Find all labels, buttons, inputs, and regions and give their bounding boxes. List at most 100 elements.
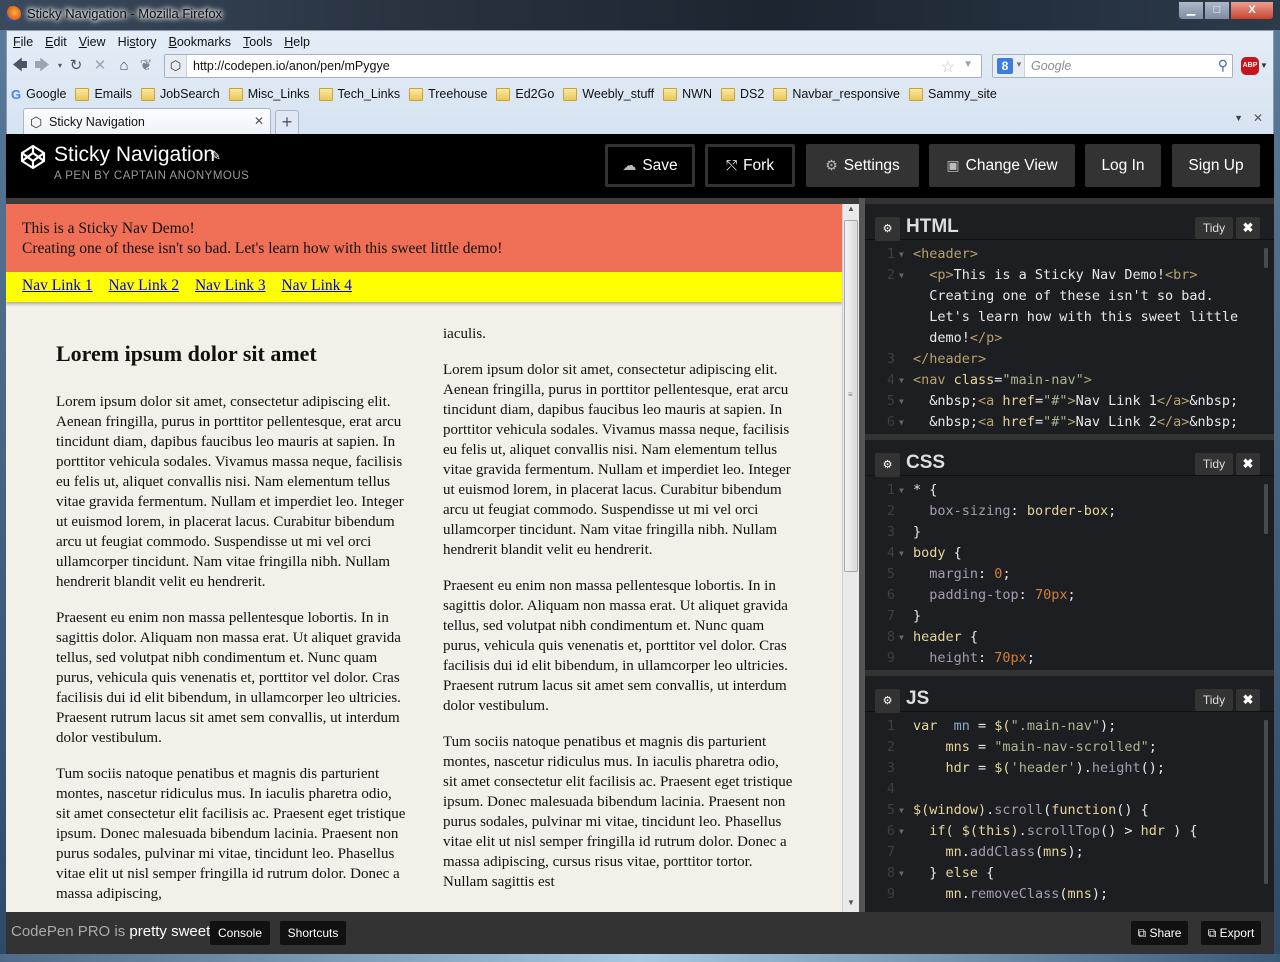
share-button[interactable]: ⧉ Share (1131, 921, 1188, 945)
close-tab-icon[interactable]: ✕ (254, 114, 264, 128)
bookmark-ed2go[interactable]: Ed2Go (492, 83, 559, 105)
list-all-tabs-icon[interactable]: ▼ (1234, 113, 1243, 123)
html-settings-gear-icon[interactable]: ⚙ (875, 217, 900, 241)
signup-button[interactable]: Sign Up (1172, 144, 1260, 187)
menu-view[interactable]: View (73, 33, 112, 53)
menu-help[interactable]: Help (278, 33, 316, 53)
js-tidy-button[interactable]: Tidy (1195, 689, 1233, 711)
nav-link-2[interactable]: Nav Link 2 (108, 277, 179, 294)
bookmark-jobsearch[interactable]: JobSearch (137, 83, 225, 105)
menu-tools[interactable]: Tools (237, 33, 278, 53)
url-text[interactable]: http://codepen.io/anon/pen/mPygye (193, 59, 390, 73)
bookmark-treehouse[interactable]: Treehouse (405, 83, 492, 105)
html-code-area[interactable]: 1 ▼ <header> 2 ▼ <p>This is a Sticky Nav Dem… (865, 244, 1265, 433)
line-number: 2 (886, 267, 895, 283)
editor-panes: ⚙ HTML Tidy ✖ 1 ▼ <header> 2 ▼ <p>This is a … (865, 198, 1274, 912)
code-line: 1 ▼ * { (865, 480, 1265, 501)
close-window-button[interactable]: X (1230, 1, 1274, 20)
adblock-button[interactable]: ABP ▼ (1241, 57, 1268, 75)
nav-link-3[interactable]: Nav Link 3 (195, 277, 266, 294)
fold-arrow-icon[interactable]: ▼ (899, 863, 904, 884)
search-icon[interactable]: ⚲ (1218, 57, 1228, 74)
html-close-icon[interactable]: ✖ (1236, 217, 1260, 239)
nav-link-4[interactable]: Nav Link 4 (281, 277, 352, 294)
js-settings-gear-icon[interactable]: ⚙ (875, 689, 900, 713)
bookmark-nwn[interactable]: NWN (659, 83, 717, 105)
pen-title[interactable]: Sticky Navigation (54, 143, 215, 167)
search-input[interactable]: Google (1031, 59, 1071, 73)
maximize-button[interactable]: □ (1204, 1, 1230, 20)
fold-arrow-icon[interactable]: ▼ (899, 800, 904, 821)
fork-button[interactable]: ⤲ Fork (705, 144, 795, 187)
signup-label: Sign Up (1188, 156, 1244, 174)
new-tab-button[interactable]: + (275, 110, 299, 134)
fold-arrow-icon[interactable]: ▼ (899, 543, 904, 564)
close-tab-bar-icon[interactable]: ✕ (1253, 111, 1263, 125)
search-bar[interactable]: 8 ▼ Google ⚲ (992, 54, 1233, 78)
scroll-up-arrow-icon[interactable]: ▲ (843, 204, 859, 218)
edit-title-pencil-icon[interactable]: ✎ (210, 148, 221, 164)
bookmark-misc-links[interactable]: Misc_Links (225, 83, 315, 105)
preview-iframe[interactable]: This is a Sticky Nav Demo! Creating one … (6, 204, 842, 912)
fold-arrow-icon[interactable]: ▼ (899, 265, 904, 286)
fold-arrow-icon[interactable]: ▼ (899, 821, 904, 842)
fold-arrow-icon[interactable]: ▼ (899, 480, 904, 501)
line-number: 6 (886, 414, 895, 430)
menu-history[interactable]: History (112, 33, 163, 53)
css-settings-gear-icon[interactable]: ⚙ (875, 453, 900, 477)
nav-link-1[interactable]: Nav Link 1 (22, 277, 93, 294)
home-icon[interactable]: ⌂ (115, 57, 133, 75)
search-engine-selector[interactable]: 8 ▼ (993, 55, 1025, 77)
url-dropdown-icon[interactable]: ▼ (963, 59, 973, 70)
fold-arrow-icon[interactable]: ▼ (899, 412, 904, 433)
codepen-pro-promo[interactable]: CodePen PRO is pretty sweet. (11, 923, 214, 940)
save-button[interactable]: ☁ Save (605, 144, 695, 187)
bookmark-google[interactable]: G Google (7, 83, 71, 105)
js-close-icon[interactable]: ✖ (1236, 689, 1260, 711)
settings-button[interactable]: ⚙ Settings (806, 144, 919, 187)
login-button[interactable]: Log In (1085, 144, 1161, 187)
scrollbar-thumb[interactable]: ≡ (844, 220, 858, 572)
code-line: 6 ▼ if( $(this).scrollTop() > hdr ) { (865, 821, 1265, 842)
codepen-logo-icon[interactable] (20, 144, 46, 170)
change-view-button[interactable]: ▣ Change View (929, 144, 1075, 187)
bookmark-tech-links[interactable]: Tech_Links (315, 83, 406, 105)
bookmark-navbar-responsive[interactable]: Navbar_responsive (769, 83, 905, 105)
addon-icon[interactable]: ❦ (137, 57, 155, 75)
stop-icon[interactable]: ✕ (91, 57, 109, 75)
bookmark-ds2[interactable]: DS2 (717, 83, 769, 105)
scroll-down-arrow-icon[interactable]: ▼ (843, 898, 859, 912)
console-button[interactable]: Console (210, 921, 270, 945)
fold-arrow-icon[interactable]: ▼ (899, 244, 904, 265)
js-code-area[interactable]: 1 var mn = $(".main-nav"); 2 mns = "main-n… (865, 716, 1265, 905)
css-editor-scrollbar[interactable] (1264, 484, 1268, 534)
window-border-bottom (0, 954, 1280, 962)
url-bar[interactable]: ⬡ http://codepen.io/anon/pen/mPygye ☆ ▼ (164, 54, 982, 78)
css-close-icon[interactable]: ✖ (1236, 453, 1260, 475)
forward-icon[interactable]: 🡆 (33, 57, 51, 75)
minimize-button[interactable]: ▁ (1178, 1, 1204, 20)
reload-icon[interactable]: ↻ (67, 57, 85, 75)
css-tidy-button[interactable]: Tidy (1195, 453, 1233, 475)
menu-file[interactable]: File (7, 33, 39, 53)
back-icon[interactable]: 🡄 (11, 57, 29, 75)
export-button[interactable]: ⧉ Export (1201, 921, 1261, 945)
fold-arrow-icon[interactable]: ▼ (899, 370, 904, 391)
menu-edit[interactable]: Edit (39, 33, 73, 53)
shortcuts-button[interactable]: Shortcuts (280, 921, 346, 945)
folder-icon (140, 87, 155, 101)
bookmark-sammy-site[interactable]: Sammy_site (905, 83, 1002, 105)
css-code-area[interactable]: 1 ▼ * {2 box-sizing: border-box; 3} 4 ▼ body {… (865, 480, 1265, 669)
fold-arrow-icon[interactable]: ▼ (899, 627, 904, 648)
bookmark-emails[interactable]: Emails (71, 83, 137, 105)
js-editor-scrollbar[interactable] (1264, 720, 1268, 884)
html-editor-scrollbar[interactable] (1264, 248, 1268, 268)
html-tidy-button[interactable]: Tidy (1195, 217, 1233, 239)
tab-sticky-navigation[interactable]: ⬡ Sticky Navigation ✕ (23, 108, 271, 135)
preview-scrollbar[interactable]: ▲ ≡ ▼ (842, 204, 859, 912)
code-text: } else { (913, 865, 995, 881)
bookmark-weebly-stuff[interactable]: Weebly_stuff (559, 83, 659, 105)
fold-arrow-icon[interactable]: ▼ (899, 391, 904, 412)
bookmark-star-icon[interactable]: ☆ (941, 57, 955, 77)
menu-bookmarks[interactable]: Bookmarks (163, 33, 238, 53)
